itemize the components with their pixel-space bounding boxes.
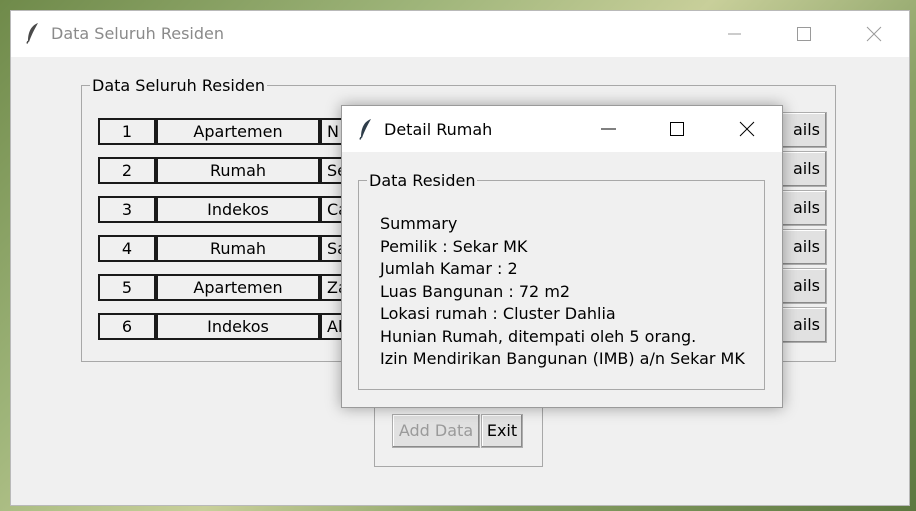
row-type: Rumah bbox=[156, 157, 320, 184]
row-type: Indekos bbox=[156, 313, 320, 340]
row-type: Apartemen bbox=[156, 118, 320, 145]
maximize-icon bbox=[670, 122, 684, 136]
maximize-button[interactable] bbox=[781, 11, 827, 57]
minimize-button[interactable] bbox=[711, 11, 757, 57]
owner-text: Pemilik : Sekar MK bbox=[380, 236, 528, 256]
detail-info: Summary Pemilik : Sekar MK Jumlah Kamar … bbox=[380, 213, 745, 371]
occupancy-text: Hunian Rumah, ditempati oleh 5 orang. bbox=[380, 326, 697, 346]
group-label: Data Seluruh Residen bbox=[90, 76, 267, 95]
summary-heading: Summary bbox=[380, 214, 458, 233]
maximize-button[interactable] bbox=[654, 106, 700, 152]
detail-titlebar[interactable]: Detail Rumah bbox=[342, 106, 782, 152]
row-number: 1 bbox=[98, 118, 156, 145]
row-number: 2 bbox=[98, 157, 156, 184]
close-icon bbox=[739, 121, 755, 137]
minimize-icon bbox=[728, 33, 741, 35]
close-button[interactable] bbox=[851, 11, 897, 57]
minimize-icon bbox=[601, 128, 616, 130]
minimize-button[interactable] bbox=[585, 106, 631, 152]
add-data-button[interactable]: Add Data bbox=[392, 414, 480, 448]
close-icon bbox=[866, 26, 882, 42]
detail-window-title: Detail Rumah bbox=[384, 120, 493, 139]
permit-text: Izin Mendirikan Bangunan (IMB) a/n Sekar… bbox=[380, 349, 745, 368]
feather-icon bbox=[359, 119, 371, 140]
feather-icon bbox=[26, 23, 38, 44]
row-number: 5 bbox=[98, 274, 156, 301]
rooms-text: Jumlah Kamar : 2 bbox=[380, 259, 518, 278]
exit-button[interactable]: Exit bbox=[481, 414, 523, 448]
main-titlebar[interactable]: Data Seluruh Residen bbox=[11, 11, 909, 57]
row-type: Indekos bbox=[156, 196, 320, 223]
row-type: Apartemen bbox=[156, 274, 320, 301]
area-text: Luas Bangunan : 72 m2 bbox=[380, 281, 571, 301]
row-number: 6 bbox=[98, 313, 156, 340]
row-number: 4 bbox=[98, 235, 156, 262]
row-number: 3 bbox=[98, 196, 156, 223]
main-window-title: Data Seluruh Residen bbox=[51, 24, 224, 43]
maximize-icon bbox=[797, 27, 811, 41]
location-text: Lokasi rumah : Cluster Dahlia bbox=[380, 304, 616, 323]
detail-window: Detail Rumah Data Residen Summary Pemili… bbox=[341, 105, 783, 408]
close-button[interactable] bbox=[724, 106, 770, 152]
row-type: Rumah bbox=[156, 235, 320, 262]
group-label: Data Residen bbox=[367, 171, 478, 190]
